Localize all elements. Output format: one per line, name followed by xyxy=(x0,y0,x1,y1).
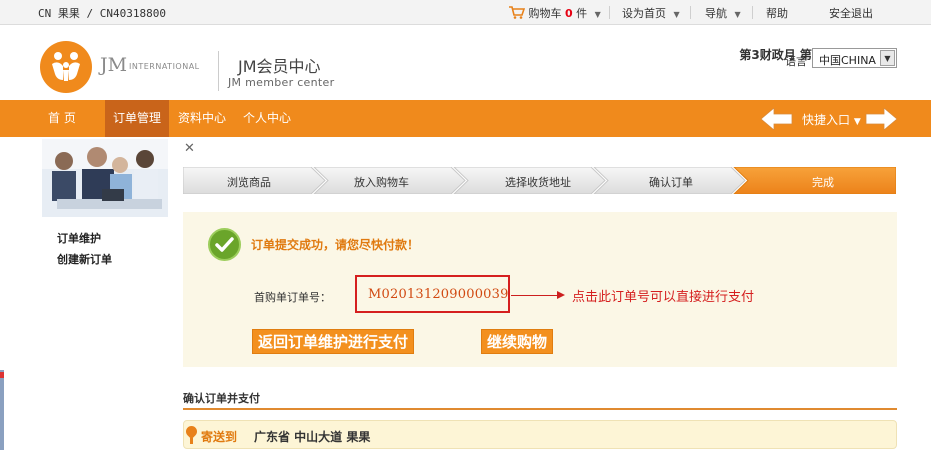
cart-icon xyxy=(509,6,526,19)
page: CN 果果 / CN40318800 购物车 0 件 ▼ 设为首页 ▼ 导航 ▼… xyxy=(0,0,931,462)
continue-shopping-button[interactable]: 继续购物 xyxy=(481,329,554,354)
chevron-down-icon: ▼ xyxy=(734,10,741,19)
left-edge-marker xyxy=(0,372,4,378)
step-confirm-order: 确认订单 xyxy=(649,176,693,189)
nav-item-home[interactable]: 首 页 xyxy=(48,100,76,137)
member-center-subtitle: JM member center xyxy=(228,76,335,89)
annotation-arrow-line xyxy=(511,295,563,296)
cart-label: 购物车 xyxy=(528,7,562,20)
return-to-pay-button[interactable]: 返回订单维护进行支付 xyxy=(252,329,415,354)
arrow-right-icon xyxy=(557,291,565,299)
member-center-title: JM会员中心 xyxy=(238,57,321,76)
user-id-label: CN 果果 / CN40318800 xyxy=(38,7,166,20)
nav-item-personal-center[interactable]: 个人中心 xyxy=(243,100,291,137)
quick-entry-link[interactable]: 快捷入口 ▼ xyxy=(802,111,861,128)
quick-entry-label: 快捷入口 xyxy=(802,113,851,127)
chevron-down-icon[interactable]: ▼ xyxy=(880,50,895,66)
arrow-left-icon[interactable] xyxy=(761,108,793,130)
chevron-down-icon: ▼ xyxy=(594,10,601,19)
family-figures-icon xyxy=(52,52,80,81)
step-browse: 浏览商品 xyxy=(227,176,271,189)
office-team-illustration xyxy=(42,139,168,217)
annotation-text: 点击此订单号可以直接进行支付 xyxy=(572,290,755,305)
nav-menu-label: 导航 xyxy=(705,7,727,20)
chevron-down-icon: ▼ xyxy=(673,10,680,19)
nav-item-order-management[interactable]: 订单管理 xyxy=(105,100,170,137)
top-utility-bar: CN 果果 / CN40318800 购物车 0 件 ▼ 设为首页 ▼ 导航 ▼… xyxy=(0,0,931,25)
sidebar-banner-image xyxy=(42,139,168,217)
step-select-address: 选择收货地址 xyxy=(505,176,571,189)
success-message: 订单提交成功，请您尽快付款！ xyxy=(251,238,420,252)
ship-to-label: 寄送到 xyxy=(201,430,238,444)
order-number-label: 首购单订单号： xyxy=(254,291,331,304)
language-select[interactable]: 中国CHINA ▼ xyxy=(812,48,897,68)
confirm-section-title: 确认订单并支付 xyxy=(183,392,260,405)
divider xyxy=(752,6,753,19)
arrow-right-icon[interactable] xyxy=(865,108,897,130)
section-divider xyxy=(183,408,897,410)
help-link[interactable]: 帮助 xyxy=(766,5,788,21)
caret-down-icon: ▼ xyxy=(853,117,861,127)
cart-link[interactable]: 购物车 0 件 ▼ xyxy=(509,5,601,21)
jm-logo-icon[interactable] xyxy=(40,41,92,93)
logo-international: INTERNATIONAL xyxy=(129,62,200,71)
location-pin-stem xyxy=(190,438,193,444)
nav-menu-link[interactable]: 导航 ▼ xyxy=(705,5,741,21)
set-home-link[interactable]: 设为首页 ▼ xyxy=(622,5,680,21)
step-complete: 完成 xyxy=(812,176,834,189)
order-steps: 浏览商品 放入购物车 选择收货地址 确认订单 完成 xyxy=(183,167,896,194)
cart-unit: 件 xyxy=(576,7,588,20)
divider xyxy=(690,6,691,19)
language-label: 语言 xyxy=(785,55,807,68)
checkmark-icon xyxy=(208,228,241,261)
logout-link[interactable]: 安全退出 xyxy=(829,5,873,21)
sidebar-item-create-order[interactable]: 创建新订单 xyxy=(57,251,112,267)
logo-wordmark: JM xyxy=(100,54,128,76)
set-home-label: 设为首页 xyxy=(622,7,666,20)
ship-to-address: 广东省 中山大道 果果 xyxy=(254,430,371,444)
close-icon[interactable]: ✕ xyxy=(184,141,195,156)
logo-divider xyxy=(218,51,219,91)
language-value: 中国CHINA xyxy=(819,54,876,67)
step-add-to-cart: 放入购物车 xyxy=(354,176,409,189)
order-number-link[interactable]: M020131209000039 xyxy=(368,287,509,302)
main-nav: 首 页 订单管理 资料中心 个人中心 快捷入口 ▼ xyxy=(0,100,931,137)
divider xyxy=(609,6,610,19)
sidebar-item-order-maintenance[interactable]: 订单维护 xyxy=(57,230,101,246)
cart-count: 0 xyxy=(565,7,573,20)
nav-item-data-center[interactable]: 资料中心 xyxy=(178,100,226,137)
left-edge-strip xyxy=(0,370,4,450)
